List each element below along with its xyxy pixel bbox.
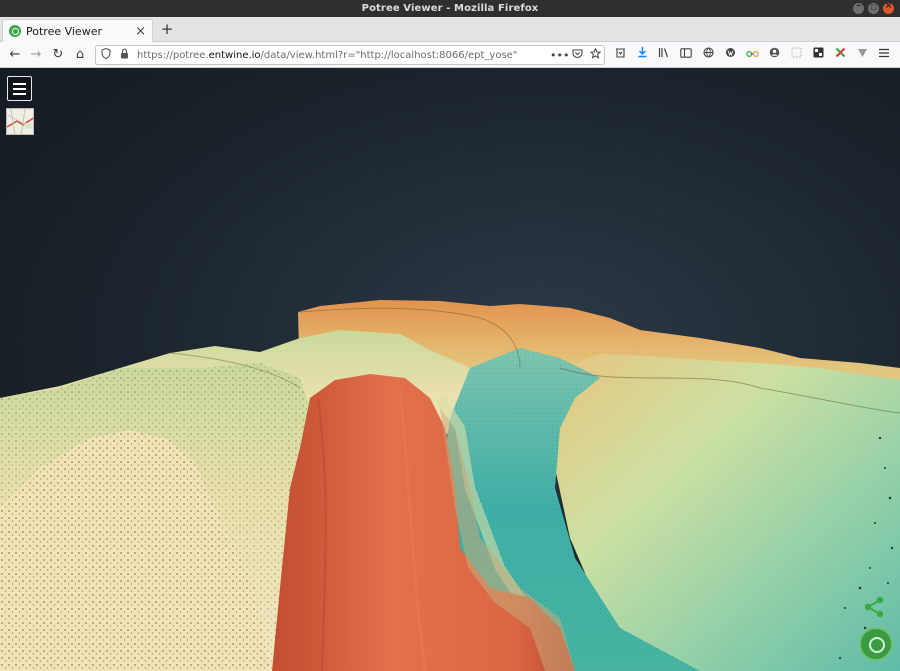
globe-extension-icon[interactable] xyxy=(700,46,716,64)
share-icon[interactable] xyxy=(862,595,886,619)
close-window-button[interactable] xyxy=(883,1,894,14)
url-prefix: https://potree. xyxy=(137,49,209,61)
wordpress-extension-icon[interactable] xyxy=(722,46,738,64)
account-extension-icon[interactable] xyxy=(766,46,782,64)
home-button[interactable]: ⌂ xyxy=(71,46,89,64)
tab-label: Potree Viewer xyxy=(26,24,102,38)
pocket-icon[interactable] xyxy=(568,48,586,62)
save-page-icon[interactable] xyxy=(612,46,628,64)
map-icon xyxy=(7,109,33,134)
toolbar-right xyxy=(612,46,892,64)
window-title: Potree Viewer - Mozilla Firefox xyxy=(361,3,539,14)
potree-viewport[interactable] xyxy=(0,68,900,671)
back-button[interactable]: ← xyxy=(6,46,24,64)
reload-button[interactable]: ↻ xyxy=(49,46,67,64)
nav-toolbar: ← → ↻ ⌂ https://potree.entwine.io/data/v… xyxy=(0,42,900,68)
library-icon[interactable] xyxy=(656,46,672,64)
url-path: /data/view.html?r="http://localhost:8066… xyxy=(260,49,518,61)
sidebar-icon[interactable] xyxy=(678,46,694,64)
shield-icon[interactable] xyxy=(101,47,115,62)
map-thumbnail-button[interactable] xyxy=(6,108,34,135)
point-cloud-terrain[interactable] xyxy=(0,68,900,671)
cross-extension-icon[interactable] xyxy=(832,46,848,64)
page-actions-button[interactable]: ••• xyxy=(550,49,569,62)
forward-button[interactable]: → xyxy=(27,46,45,64)
tab-potree-viewer[interactable]: Potree Viewer × xyxy=(2,19,153,42)
download-icon[interactable] xyxy=(634,46,650,64)
potree-logo-icon[interactable] xyxy=(859,627,893,661)
hamburger-icon[interactable] xyxy=(876,46,892,64)
window-controls xyxy=(853,1,894,14)
url-bar[interactable]: https://potree.entwine.io/data/view.html… xyxy=(95,45,605,65)
url-text[interactable]: https://potree.entwine.io/data/view.html… xyxy=(137,50,550,61)
maximize-button[interactable] xyxy=(868,3,879,14)
star-icon[interactable] xyxy=(586,47,604,62)
potree-favicon-icon xyxy=(9,25,21,37)
tab-close-icon[interactable]: × xyxy=(135,25,146,38)
puzzle-extension-icon[interactable] xyxy=(788,46,804,64)
minimize-button[interactable] xyxy=(853,1,864,14)
glasses-extension-icon[interactable] xyxy=(744,46,760,64)
window-titlebar: Potree Viewer - Mozilla Firefox xyxy=(0,0,900,17)
tab-strip: Potree Viewer × + xyxy=(0,17,900,42)
dashboard-extension-icon[interactable] xyxy=(810,46,826,64)
new-tab-button[interactable]: + xyxy=(159,20,175,38)
sidebar-toggle-button[interactable] xyxy=(7,76,32,101)
url-domain: entwine.io xyxy=(208,49,261,61)
triangle-extension-icon[interactable] xyxy=(854,46,870,64)
lock-icon[interactable] xyxy=(120,48,132,62)
